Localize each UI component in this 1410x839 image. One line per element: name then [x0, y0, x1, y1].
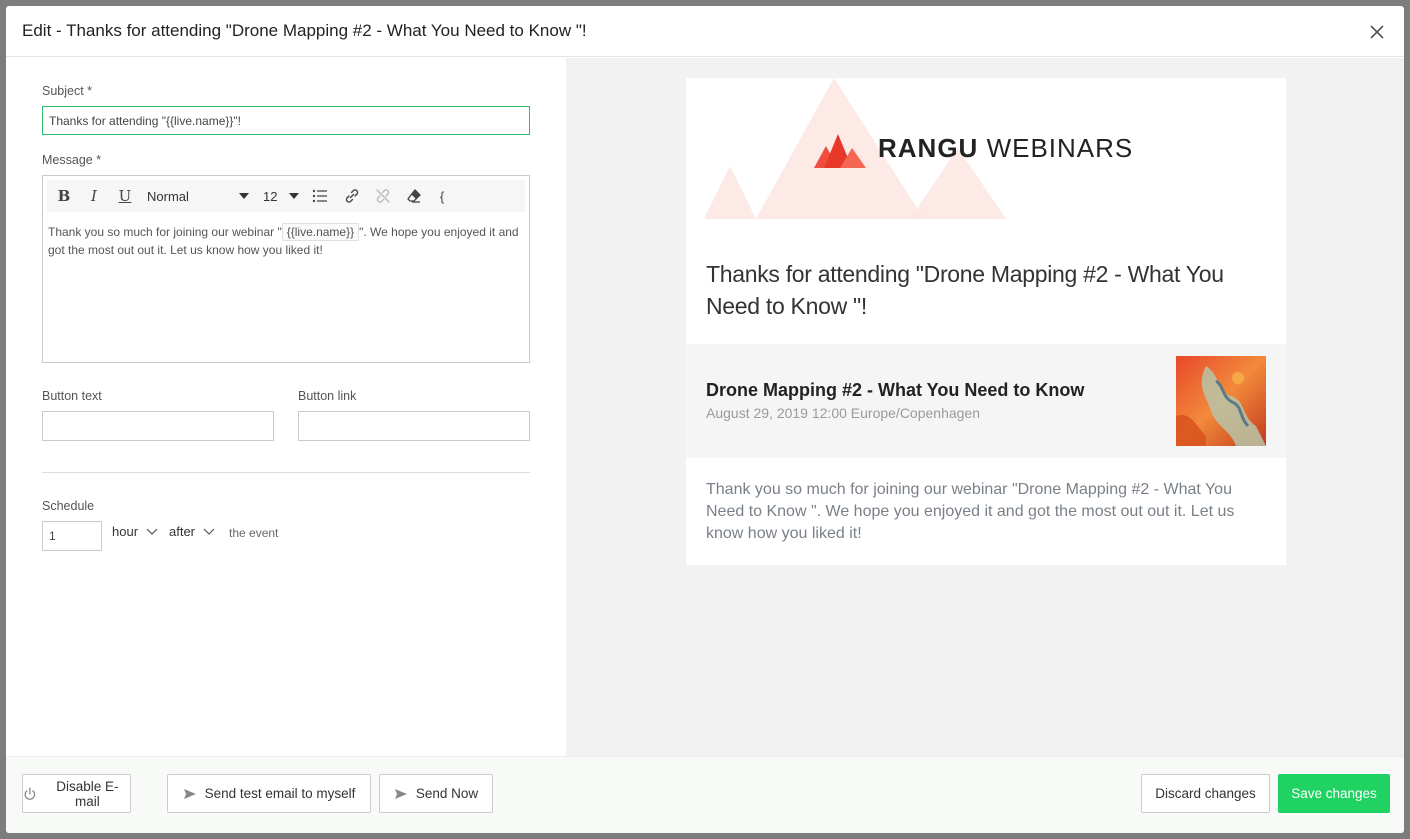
logo-text: RANGU WEBINARS [878, 133, 1133, 164]
event-title: Drone Mapping #2 - What You Need to Know [706, 380, 1085, 400]
email-heading: Thanks for attending "Drone Mapping #2 -… [706, 261, 1224, 319]
send-icon [183, 788, 196, 799]
send-now-label: Send Now [415, 786, 479, 801]
eraser-icon[interactable] [405, 186, 423, 206]
variable-tag[interactable]: {{live.name}} [281, 223, 360, 241]
send-now-button[interactable]: Send Now [379, 774, 493, 813]
unlink-icon[interactable] [374, 186, 392, 206]
email-hero: RANGU WEBINARS Thanks for attending "Dro… [686, 78, 1286, 344]
schedule-unit-dropdown[interactable]: hour [112, 524, 158, 539]
send-icon [394, 788, 407, 799]
chevron-down-icon [289, 193, 299, 199]
power-icon [24, 786, 36, 800]
bold-button[interactable]: B [55, 186, 73, 206]
message-text[interactable]: Thank you so much for joining our webina… [48, 223, 528, 259]
chevron-down-icon [146, 528, 158, 535]
schedule-unit-value: hour [112, 524, 139, 539]
email-body-text: Thank you so much for joining our webina… [706, 481, 1235, 542]
schedule-relation-value: after [169, 524, 196, 539]
italic-button[interactable]: I [85, 186, 103, 206]
message-text-before: Thank you so much for joining our webina… [48, 225, 282, 239]
font-size-value: 12 [263, 188, 278, 204]
modal-title: Edit - Thanks for attending "Drone Mappi… [22, 21, 587, 40]
text-style-value: Normal [147, 188, 189, 204]
save-label: Save changes [1291, 786, 1377, 801]
close-icon[interactable] [1368, 23, 1386, 41]
event-date: August 29, 2019 12:00 Europe/Copenhagen [706, 405, 981, 421]
editor-toolbar: B I U Normal 12 { [47, 180, 525, 212]
button-link-input[interactable] [298, 411, 530, 441]
logo-text-bold: RANGU [878, 132, 979, 163]
schedule-amount-input[interactable] [42, 521, 102, 551]
send-test-email-button[interactable]: Send test email to myself [167, 774, 371, 813]
email-form: Subject * Message * B I U Normal 12 [6, 58, 566, 756]
modal-header: Edit - Thanks for attending "Drone Mappi… [6, 6, 1404, 57]
rangu-logo: RANGU WEBINARS [814, 128, 1133, 168]
subject-input[interactable] [42, 106, 530, 135]
disable-email-label: Disable E-mail [56, 778, 119, 809]
schedule-suffix: the event [229, 526, 279, 540]
button-text-input[interactable] [42, 411, 274, 441]
bulleted-list-icon[interactable] [311, 186, 329, 206]
discard-changes-button[interactable]: Discard changes [1141, 774, 1270, 813]
button-link-label: Button link [298, 389, 357, 403]
section-divider [42, 472, 530, 473]
message-editor: B I U Normal 12 {Thank you so much for … [42, 175, 530, 363]
text-style-select[interactable]: Normal [147, 187, 249, 205]
chevron-down-icon [239, 193, 249, 199]
email-card: RANGU WEBINARS Thanks for attending "Dro… [686, 78, 1286, 565]
link-icon[interactable] [343, 186, 361, 206]
schedule-label: Schedule [42, 499, 95, 513]
edit-email-modal: Edit - Thanks for attending "Drone Mappi… [6, 6, 1404, 833]
schedule-relation-dropdown[interactable]: after [169, 524, 215, 539]
save-changes-button[interactable]: Save changes [1278, 774, 1390, 813]
email-preview: RANGU WEBINARS Thanks for attending "Dro… [566, 58, 1404, 756]
event-summary: Drone Mapping #2 - What You Need to Know… [686, 344, 1286, 458]
font-size-select[interactable]: 12 [263, 187, 299, 205]
rangu-logo-icon [814, 134, 866, 168]
event-thumbnail [1176, 356, 1266, 446]
insert-variable-button[interactable]: { [435, 186, 449, 206]
underline-button[interactable]: U [116, 186, 134, 206]
disable-email-button[interactable]: Disable E-mail [22, 774, 131, 813]
subject-label: Subject * [42, 84, 93, 98]
chevron-down-icon [203, 528, 215, 535]
modal-footer: Disable E-mail Send test email to myself… [6, 756, 1404, 833]
discard-label: Discard changes [1155, 786, 1256, 801]
button-text-label: Button text [42, 389, 102, 403]
logo-text-light: WEBINARS [986, 132, 1134, 163]
message-label: Message * [42, 153, 102, 167]
send-test-label: Send test email to myself [204, 786, 356, 801]
